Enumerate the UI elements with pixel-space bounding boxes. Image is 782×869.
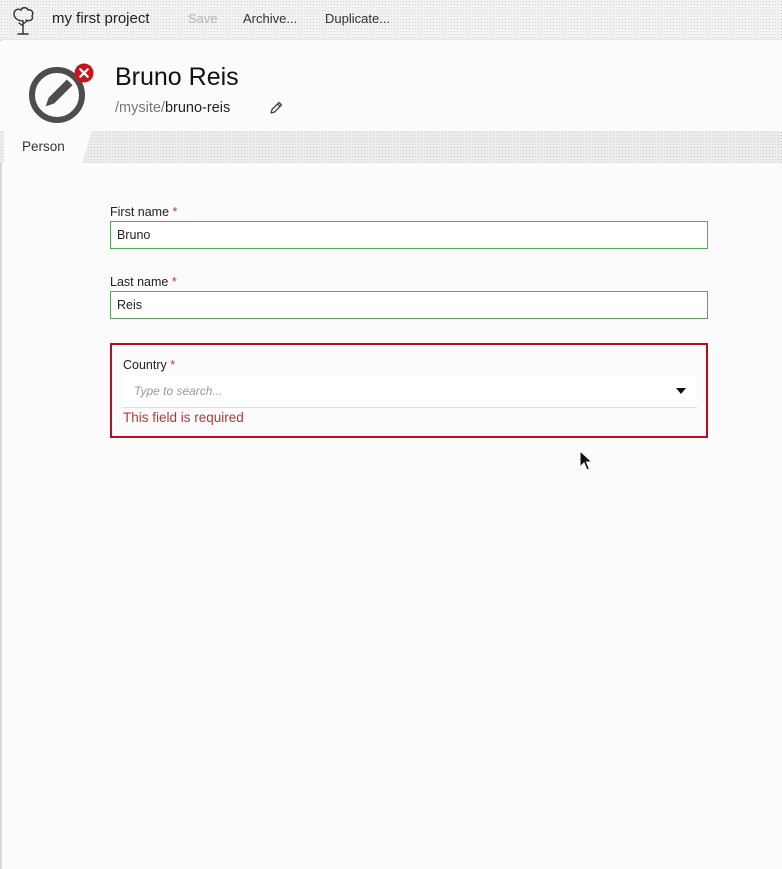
duplicate-button[interactable]: Duplicate... — [325, 11, 390, 26]
country-select[interactable]: Type to search... — [123, 375, 697, 408]
country-label: Country * — [123, 358, 175, 372]
first-name-label: First name * — [110, 205, 177, 219]
project-title[interactable]: my first project — [52, 10, 150, 27]
required-mark: * — [170, 358, 176, 372]
close-icon — [74, 63, 94, 83]
tree-icon[interactable] — [8, 6, 38, 36]
save-button[interactable]: Save — [188, 11, 218, 26]
first-name-input[interactable] — [110, 221, 708, 249]
document-header: Bruno Reis /mysite/bruno-reis — [0, 41, 782, 131]
mouse-cursor-icon — [579, 450, 593, 471]
caret-down-icon[interactable] — [676, 388, 686, 395]
page-title: Bruno Reis — [115, 63, 239, 91]
path-slug: bruno-reis — [164, 100, 231, 116]
path-prefix: /mysite/ — [115, 100, 165, 116]
first-name-label-text: First name — [110, 205, 170, 219]
last-name-input[interactable] — [110, 291, 708, 319]
left-border — [0, 40, 2, 869]
required-mark: * — [172, 205, 178, 219]
top-toolbar: my first project Save Archive... Duplica… — [0, 0, 782, 40]
last-name-label: Last name * — [110, 275, 177, 289]
archive-button[interactable]: Archive... — [243, 11, 297, 26]
country-search-placeholder[interactable]: Type to search... — [134, 384, 222, 398]
breadcrumb: /mysite/bruno-reis — [115, 100, 230, 116]
last-name-label-text: Last name — [110, 275, 169, 289]
country-error-message: This field is required — [123, 410, 244, 425]
country-field-error-box: Country * Type to search... This field i… — [110, 343, 708, 438]
tab-person[interactable]: Person — [4, 131, 92, 163]
edit-slug-pencil-icon[interactable] — [268, 100, 284, 116]
tab-bar: Person — [0, 131, 782, 163]
country-label-text: Country — [123, 358, 167, 372]
required-mark: * — [171, 275, 177, 289]
